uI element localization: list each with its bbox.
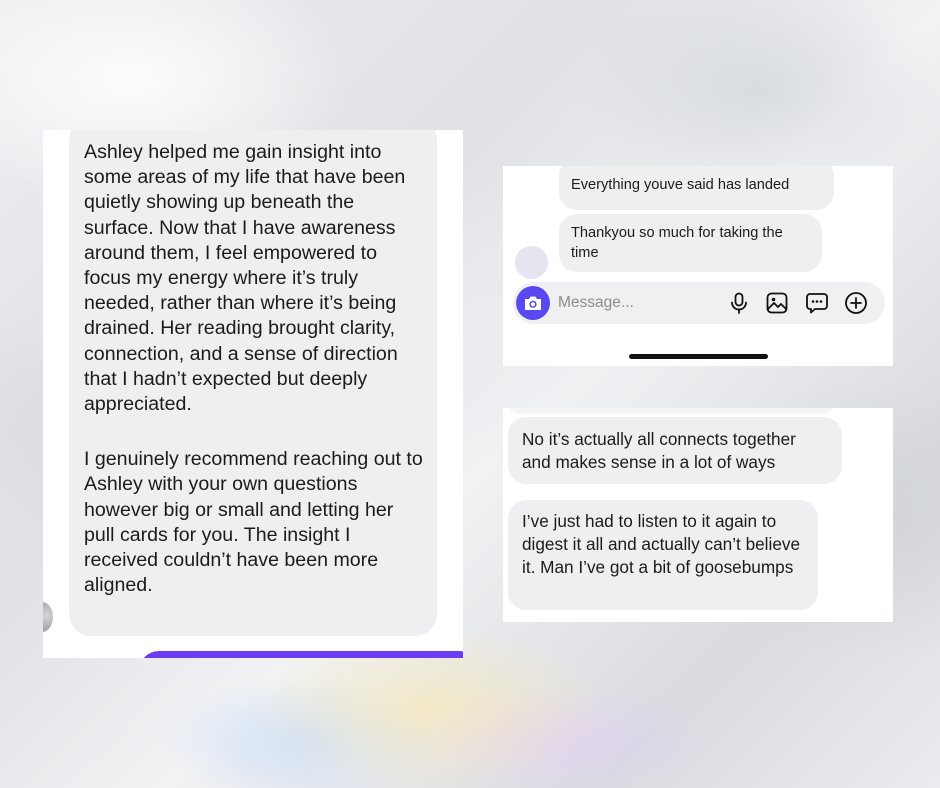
message-composer — [513, 282, 885, 324]
message-paragraph: I genuinely recommend reaching out to As… — [84, 448, 423, 597]
add-icon[interactable] — [844, 291, 868, 315]
message-input[interactable] — [558, 293, 718, 313]
camera-button[interactable] — [516, 286, 550, 320]
left-chat-screenshot: Ashley helped me gain insight into some … — [43, 130, 463, 658]
camera-icon — [525, 296, 541, 310]
received-message-bubble: No it’s actually all connects together a… — [508, 417, 842, 484]
previous-message-bubble — [509, 408, 834, 414]
received-message-bubble: Thankyou so much for taking the time — [559, 214, 822, 272]
message-paragraph: Ashley helped me gain insight into some … — [84, 141, 406, 416]
top-right-chat-screenshot: Everything youve said has landed Thankyo… — [503, 166, 893, 366]
bottom-right-chat-screenshot: No it’s actually all connects together a… — [503, 408, 893, 622]
sender-avatar[interactable] — [515, 246, 548, 279]
sticker-icon[interactable] — [805, 291, 829, 315]
received-message-bubble: Ashley helped me gain insight into some … — [69, 130, 437, 636]
sent-message-bubble — [139, 651, 463, 658]
gallery-icon[interactable] — [765, 291, 789, 315]
received-message-bubble: Everything youve said has landed — [559, 166, 834, 210]
sender-avatar[interactable] — [43, 602, 53, 632]
microphone-icon[interactable] — [727, 291, 751, 315]
received-message-bubble: I’ve just had to listen to it again to d… — [508, 500, 818, 610]
home-indicator[interactable] — [629, 354, 768, 359]
